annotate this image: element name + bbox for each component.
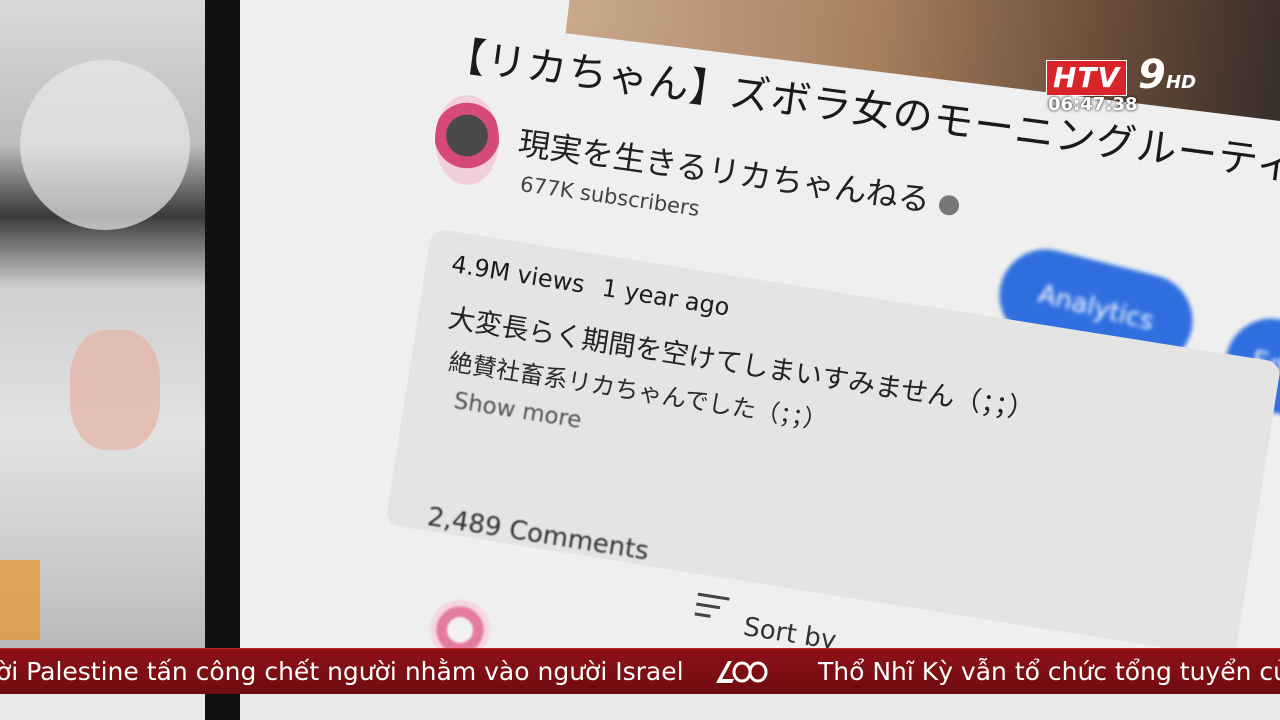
verified-icon [938, 194, 961, 217]
background-blob [0, 560, 40, 640]
logo-text: HTV [1046, 60, 1128, 96]
htv9-logo: HTV 9 HD [1046, 52, 1198, 98]
blurred-background [0, 0, 240, 720]
logo-number: 9 [1138, 52, 1166, 98]
sort-icon[interactable] [692, 589, 732, 624]
background-blob [70, 330, 160, 450]
ticker-separator-icon [716, 661, 768, 683]
ticker-headline: Thổ Nhĩ Kỳ vẫn tổ chức tổng tuyển cử [818, 657, 1280, 686]
channel-avatar[interactable] [435, 95, 499, 185]
lower-screen-strip [0, 694, 1280, 720]
channel-name-text[interactable]: 現実を生きるリカちゃんねる [516, 124, 933, 219]
monitor-bezel [205, 0, 240, 720]
ticker-headline: ời Palestine tấn công chết người nhằm và… [0, 657, 684, 686]
monitor-bezel [205, 694, 240, 720]
logo-hd: HD [1166, 72, 1197, 93]
news-ticker: ời Palestine tấn công chết người nhằm và… [0, 648, 1280, 695]
background-blob [20, 60, 190, 230]
broadcast-clock: 06:47:38 [1048, 94, 1138, 115]
